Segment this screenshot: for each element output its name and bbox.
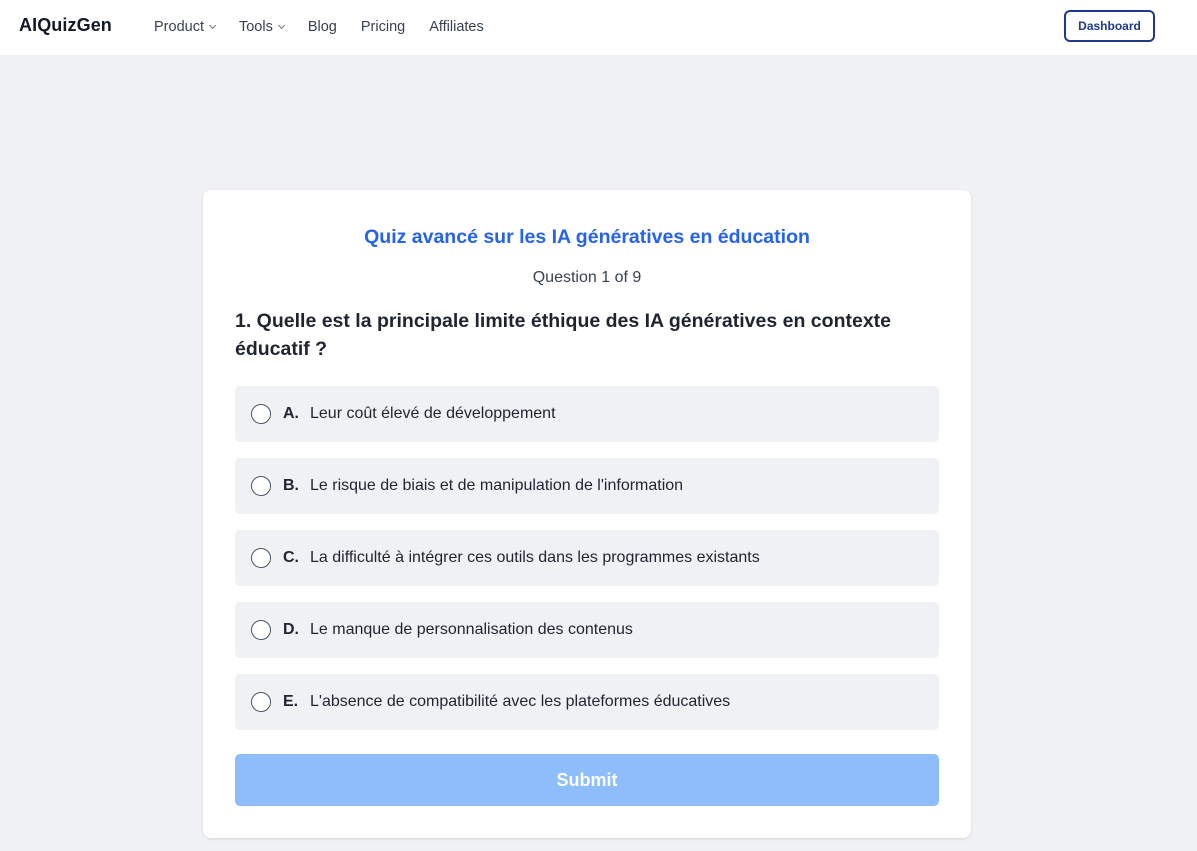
radio-button[interactable] [251, 620, 271, 640]
option-d[interactable]: D. Le manque de personnalisation des con… [235, 602, 939, 658]
nav-blog-label: Blog [307, 19, 337, 35]
option-e[interactable]: E. L'absence de compatibilité avec les p… [235, 674, 939, 730]
option-letter: A. [283, 405, 299, 422]
brand-logo[interactable]: AIQuizGen [19, 15, 112, 36]
option-b[interactable]: B. Le risque de biais et de manipulation… [235, 458, 939, 514]
nav-product-label: Product [154, 19, 204, 35]
submit-button[interactable]: Submit [235, 754, 939, 806]
nav-affiliates-label: Affiliates [429, 19, 484, 35]
main-nav: Product Tools Blog Pricing Affiliates [154, 18, 508, 36]
question-text: 1. Quelle est la principale limite éthiq… [235, 310, 892, 360]
option-text: L'absence de compatibilité avec les plat… [310, 693, 731, 710]
radio-button[interactable] [251, 548, 271, 568]
radio-button[interactable] [251, 476, 271, 496]
option-text: Leur coût élevé de développement [310, 405, 556, 422]
option-letter: B. [283, 477, 299, 494]
option-text: Le manque de personnalisation des conten… [310, 621, 633, 638]
chevron-down-icon [208, 21, 217, 30]
option-c[interactable]: C. La difficulté à intégrer ces outils d… [235, 530, 939, 586]
quiz-card: Quiz avancé sur les IA génératives en éd… [203, 190, 971, 838]
nav-affiliates[interactable]: Affiliates [429, 19, 484, 35]
nav-pricing-label: Pricing [360, 19, 406, 35]
chevron-down-icon [277, 21, 285, 30]
nav-product[interactable]: Product [154, 19, 217, 35]
quiz-title: Quiz avancé sur les IA génératives en éd… [364, 226, 810, 248]
nav-pricing[interactable]: Pricing [361, 19, 405, 35]
dashboard-button[interactable]: Dashboard [1064, 10, 1155, 42]
nav-tools[interactable]: Tools [238, 19, 285, 35]
nav-blog[interactable]: Blog [308, 19, 337, 35]
option-letter: E. [283, 693, 299, 710]
option-letter: D. [283, 621, 299, 638]
nav-tools-label: Tools [238, 19, 273, 35]
question-progress: Question 1 of 9 [532, 269, 642, 286]
option-letter: C. [283, 549, 299, 566]
option-a[interactable]: A. Leur coût élevé de développement [235, 386, 939, 442]
radio-button[interactable] [251, 404, 271, 424]
answer-options: A. Leur coût élevé de développement B. L… [235, 386, 939, 746]
option-text: La difficulté à intégrer ces outils dans… [310, 549, 760, 566]
option-text: Le risque de biais et de manipulation de… [310, 477, 684, 494]
top-navbar: AIQuizGen Product Tools Blog Pricing Aff… [0, 0, 1197, 55]
radio-button[interactable] [251, 692, 271, 712]
